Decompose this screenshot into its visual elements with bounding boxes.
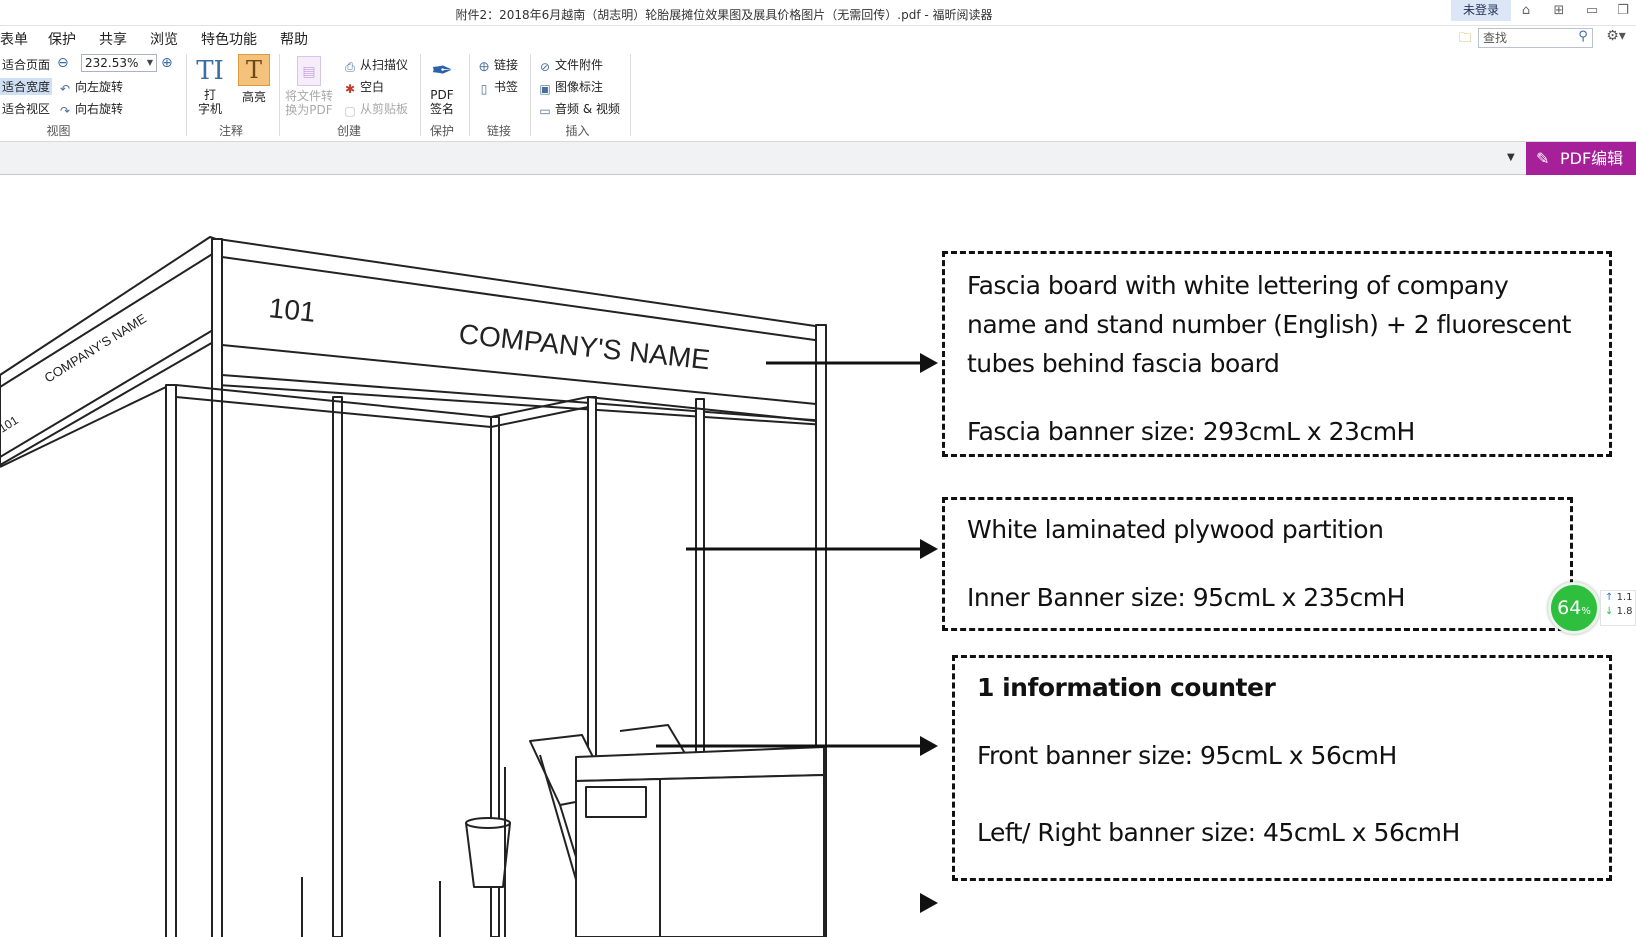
convert-to-pdf-button[interactable]: ▤ 将文件转 换为PDF	[283, 56, 335, 117]
callout-counter: 1 information counter Front banner size:…	[952, 655, 1612, 881]
highlight-icon: T	[238, 54, 270, 86]
folder-search-icon[interactable]: 🗀	[1456, 29, 1474, 47]
group-label-create: 创建	[336, 124, 361, 138]
menu-form[interactable]: 表单	[0, 29, 28, 49]
tab-strip: ▼ ✎ PDF编辑	[0, 142, 1636, 175]
callout-counter-line1: 1 information counter	[977, 673, 1276, 702]
search-area: 🗀 ⚲ ⚙▾	[1456, 28, 1633, 48]
menu-share[interactable]: 共享	[99, 29, 127, 49]
image-icon: ▣	[539, 82, 551, 96]
signature-pen-icon: ✒	[431, 56, 453, 86]
callout-counter-line2: Front banner size: 95cmL x 56cmH	[977, 741, 1397, 770]
pdf-sign-button[interactable]: ✒ PDF 签名	[424, 54, 460, 116]
from-scanner-button[interactable]: ⎙ 从扫描仪	[343, 56, 408, 74]
group-label-insert: 插入	[565, 124, 590, 138]
group-label-links: 链接	[486, 124, 511, 138]
layout-icon[interactable]: ⊞	[1548, 2, 1570, 20]
callout-fascia: Fascia board with white lettering of com…	[942, 251, 1612, 457]
bookmark-button[interactable]: ▯ 书签	[477, 78, 518, 96]
audio-video-button[interactable]: ▭ 音频 & 视频	[538, 100, 620, 118]
rotate-right-icon: ↷	[59, 104, 71, 118]
fit-visible-button[interactable]: 适合视区	[2, 100, 50, 117]
typewriter-icon: TI	[196, 56, 224, 86]
zoom-out-icon[interactable]: ⊖	[57, 55, 69, 71]
callout-partition-line1: White laminated plywood partition	[967, 515, 1384, 544]
file-attachment-button[interactable]: ⊘ 文件附件	[538, 56, 603, 74]
booth-number-front: 101	[267, 292, 317, 328]
paperclip-icon: ⊘	[539, 60, 551, 74]
pen-icon: ✎	[1536, 149, 1550, 168]
callout-partition-line2: Inner Banner size: 95cmL x 235cmH	[967, 583, 1405, 612]
upload-arrow-icon: ↑	[1605, 592, 1614, 603]
rotate-right-button[interactable]: ↷ 向右旋转	[58, 100, 123, 118]
memory-usage-badge[interactable]: 64%	[1548, 582, 1600, 634]
bookmark-icon: ▯	[480, 82, 488, 96]
gear-icon[interactable]: ⚙▾	[1604, 28, 1628, 48]
video-icon: ▭	[539, 104, 551, 118]
from-clipboard-button[interactable]: ▢ 从剪贴板	[343, 100, 408, 118]
fit-width-button[interactable]: 适合宽度	[0, 78, 53, 95]
search-icon[interactable]: ⚲	[1574, 29, 1592, 47]
group-label-comment: 注释	[218, 124, 243, 138]
menu-features[interactable]: 特色功能	[201, 29, 257, 49]
callout-fascia-line3: tubes behind fascia board	[967, 349, 1280, 378]
typewriter-button[interactable]: TI 打 字机	[193, 54, 227, 116]
skin-icon[interactable]: ⌂	[1515, 2, 1537, 20]
zoom-in-icon[interactable]: ⊕	[161, 55, 173, 71]
group-label-protect: 保护	[429, 124, 454, 138]
menu-bar: 表单 保护 共享 浏览 特色功能 帮助	[0, 26, 1636, 50]
network-speed-panel: ↑ 1.1 ↓ 1.8	[1600, 590, 1636, 626]
callout-fascia-line4: Fascia banner size: 293cmL x 23cmH	[967, 417, 1415, 446]
image-annotation-button[interactable]: ▣ 图像标注	[538, 78, 603, 96]
group-label-view: 视图	[46, 124, 71, 138]
link-icon: 🜨	[478, 60, 490, 74]
ribbon-toolbar: 适合页面 适合宽度 适合视区 ⊖ 232.53% ▼ ⊕ ↶ 向左旋转 ↷ 向右旋转…	[0, 50, 1636, 142]
group-divider	[630, 54, 631, 136]
fit-page-button[interactable]: 适合页面	[2, 56, 50, 73]
zoom-level-select[interactable]: 232.53% ▼	[81, 54, 157, 72]
download-arrow-icon: ↓	[1605, 606, 1614, 617]
rotate-left-icon: ↶	[59, 82, 71, 96]
link-button[interactable]: 🜨 链接	[477, 56, 518, 74]
restore-icon[interactable]: ❐	[1612, 2, 1634, 20]
callout-fascia-line2: name and stand number (English) + 2 fluo…	[967, 310, 1571, 339]
file-convert-icon: ▤	[297, 56, 321, 86]
foxit-reader-window: 附件2：2018年6月越南（胡志明）轮胎展摊位效果图及展具价格图片（无需回传）.…	[0, 0, 1636, 937]
highlight-button[interactable]: T 高亮	[236, 54, 272, 104]
chevron-down-icon[interactable]: ▼	[1507, 152, 1515, 163]
title-bar: 附件2：2018年6月越南（胡志明）轮胎展摊位效果图及展具价格图片（无需回传）.…	[0, 0, 1636, 26]
zoom-level-value: 232.53%	[85, 56, 139, 70]
blank-page-button[interactable]: ✱ 空白	[343, 78, 384, 96]
menu-help[interactable]: 帮助	[280, 29, 308, 49]
minimize-icon[interactable]: ▭	[1581, 2, 1603, 20]
window-title: 附件2：2018年6月越南（胡志明）轮胎展摊位效果图及展具价格图片（无需回传）.…	[455, 8, 993, 22]
blank-page-icon: ✱	[344, 82, 356, 96]
menu-protect[interactable]: 保护	[48, 29, 76, 49]
login-button[interactable]: 未登录	[1451, 0, 1511, 21]
rotate-left-button[interactable]: ↶ 向左旋转	[58, 78, 123, 96]
scanner-icon: ⎙	[345, 60, 355, 74]
callout-partition: White laminated plywood partition Inner …	[942, 497, 1573, 631]
callout-counter-line3: Left/ Right banner size: 45cmL x 56cmH	[977, 818, 1460, 847]
chevron-down-icon: ▼	[146, 58, 153, 67]
document-page[interactable]: 101 COMPANY'S NAME COMPANY'S NAME 101 Fa…	[0, 175, 1636, 937]
pdf-edit-button[interactable]: ✎ PDF编辑	[1526, 142, 1636, 175]
callout-fascia-line1: Fascia board with white lettering of com…	[967, 271, 1509, 300]
menu-browse[interactable]: 浏览	[150, 29, 178, 49]
clipboard-icon: ▢	[344, 104, 356, 118]
